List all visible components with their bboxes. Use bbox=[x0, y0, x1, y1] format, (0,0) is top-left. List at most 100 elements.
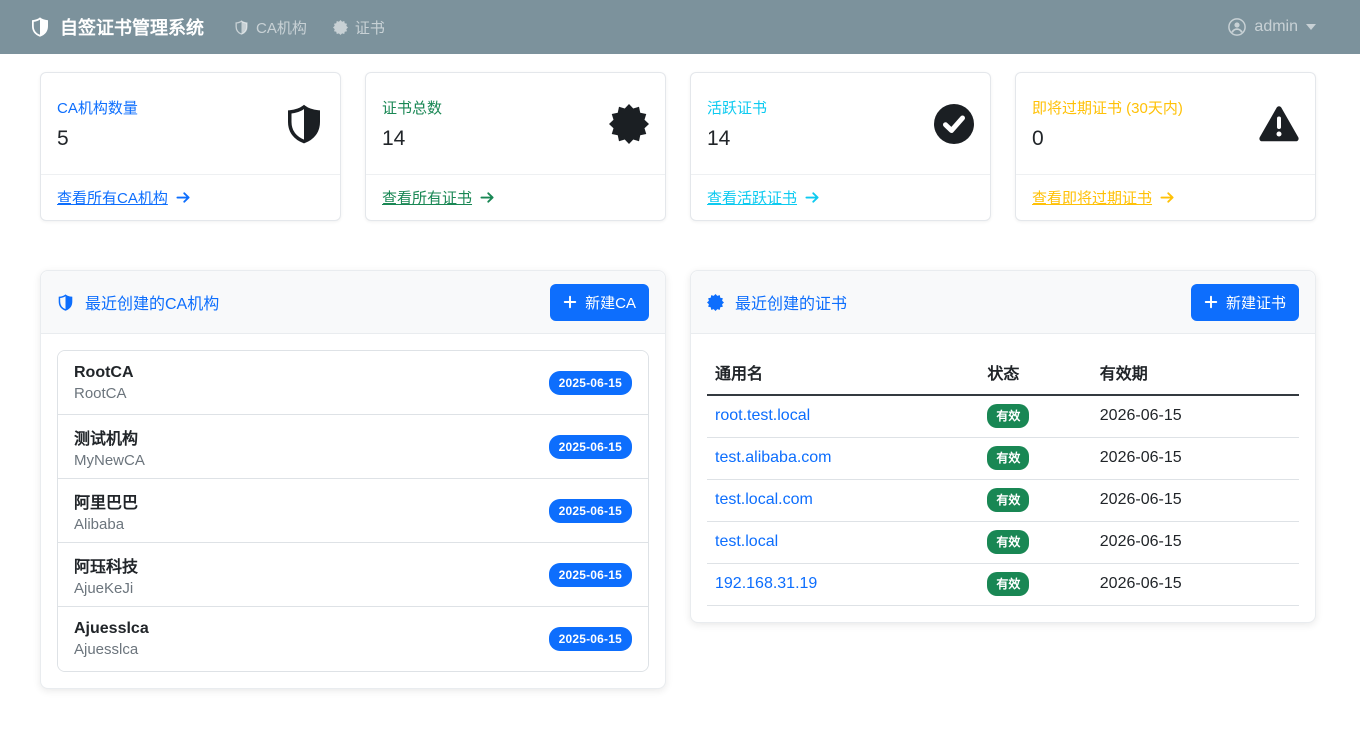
recent-ca-panel-title-label: 最近创建的CA机构 bbox=[85, 290, 219, 314]
ca-list: RootCA RootCA 2025-06-15 测试机构 MyNewCA 20… bbox=[57, 350, 649, 672]
stat-value: 14 bbox=[707, 127, 767, 151]
cert-link[interactable]: 192.168.31.19 bbox=[715, 575, 817, 592]
recent-certs-panel-title-label: 最近创建的证书 bbox=[735, 290, 847, 314]
ca-common-name: Ajuesslca bbox=[74, 641, 149, 658]
stat-value: 5 bbox=[57, 127, 138, 151]
seal-icon bbox=[333, 20, 348, 35]
ca-list-item: Ajuesslca Ajuesslca 2025-06-15 bbox=[58, 607, 648, 671]
ca-list-item: 阿珏科技 AjueKeJi 2025-06-15 bbox=[58, 543, 648, 607]
col-header-common-name: 通用名 bbox=[707, 350, 979, 395]
arrow-right-icon bbox=[480, 190, 495, 205]
recent-certs-panel-header: 最近创建的证书 新建证书 bbox=[691, 271, 1315, 334]
cert-link[interactable]: test.local.com bbox=[715, 491, 813, 508]
stat-card-expiring-certs-footer: 查看即将过期证书 bbox=[1016, 174, 1315, 220]
ca-date-badge: 2025-06-15 bbox=[549, 499, 632, 523]
panels-row: 最近创建的CA机构 新建CA RootCA RootCA 2025-06-15 bbox=[40, 270, 1316, 689]
recent-ca-panel-header: 最近创建的CA机构 新建CA bbox=[41, 271, 665, 334]
stat-value: 14 bbox=[382, 127, 442, 151]
brand-title: 自签证书管理系统 bbox=[60, 14, 204, 40]
nav-item-ca[interactable]: CA机构 bbox=[234, 17, 307, 38]
ca-common-name: MyNewCA bbox=[74, 452, 145, 469]
new-ca-button[interactable]: 新建CA bbox=[550, 284, 649, 321]
nav-item-ca-label: CA机构 bbox=[256, 17, 307, 38]
view-all-ca-link-label: 查看所有CA机构 bbox=[57, 187, 168, 208]
cert-expiry: 2026-06-15 bbox=[1092, 521, 1299, 563]
ca-date-badge: 2025-06-15 bbox=[549, 563, 632, 587]
cert-link[interactable]: root.test.local bbox=[715, 407, 810, 424]
arrow-right-icon bbox=[1160, 190, 1175, 205]
view-all-ca-link[interactable]: 查看所有CA机构 bbox=[57, 187, 191, 208]
recent-certs-panel: 最近创建的证书 新建证书 通用名 状态 有效期 bbox=[690, 270, 1316, 623]
cert-expiry: 2026-06-15 bbox=[1092, 437, 1299, 479]
stat-card-ca-count-body: CA机构数量 5 bbox=[41, 73, 340, 174]
recent-certs-panel-title: 最近创建的证书 bbox=[707, 290, 847, 314]
cert-expiry: 2026-06-15 bbox=[1092, 395, 1299, 437]
shield-icon bbox=[234, 20, 249, 35]
stat-card-active-certs-footer: 查看活跃证书 bbox=[691, 174, 990, 220]
seal-icon bbox=[609, 104, 649, 144]
nav-links: CA机构 证书 bbox=[234, 17, 385, 38]
person-circle-icon bbox=[1228, 18, 1246, 36]
col-header-expiry: 有效期 bbox=[1092, 350, 1299, 395]
stat-value: 0 bbox=[1032, 127, 1183, 151]
recent-certs-panel-body: 通用名 状态 有效期 root.test.local 有效 2026-06-15… bbox=[691, 334, 1315, 622]
nav-item-certs-label: 证书 bbox=[355, 17, 385, 38]
stat-card-active-certs: 活跃证书 14 查看活跃证书 bbox=[690, 72, 991, 221]
plus-icon bbox=[1204, 295, 1218, 309]
stat-card-cert-total-footer: 查看所有证书 bbox=[366, 174, 665, 220]
ca-name: 阿珏科技 bbox=[74, 553, 138, 577]
ca-date-badge: 2025-06-15 bbox=[549, 627, 632, 651]
new-cert-button-label: 新建证书 bbox=[1226, 292, 1286, 313]
cert-expiry: 2026-06-15 bbox=[1092, 563, 1299, 605]
view-active-certs-link[interactable]: 查看活跃证书 bbox=[707, 187, 820, 208]
status-badge: 有效 bbox=[987, 488, 1029, 512]
exclamation-triangle-icon bbox=[1259, 104, 1299, 144]
ca-name: 测试机构 bbox=[74, 425, 145, 449]
cert-expiry: 2026-06-15 bbox=[1092, 479, 1299, 521]
view-all-certs-link-label: 查看所有证书 bbox=[382, 187, 472, 208]
shield-half-icon bbox=[284, 104, 324, 144]
cert-link[interactable]: test.alibaba.com bbox=[715, 449, 832, 466]
navbar: 自签证书管理系统 CA机构 证书 admin bbox=[0, 0, 1360, 54]
brand[interactable]: 自签证书管理系统 bbox=[30, 14, 204, 40]
user-menu[interactable]: admin bbox=[1228, 18, 1316, 36]
ca-list-item: 阿里巴巴 Alibaba 2025-06-15 bbox=[58, 479, 648, 543]
user-name: admin bbox=[1254, 18, 1298, 36]
nav-item-certs[interactable]: 证书 bbox=[333, 17, 385, 38]
table-row: 192.168.31.19 有效 2026-06-15 bbox=[707, 563, 1299, 605]
stat-card-expiring-certs-body: 即将过期证书 (30天内) 0 bbox=[1016, 73, 1315, 174]
stat-title: 活跃证书 bbox=[707, 97, 767, 118]
plus-icon bbox=[563, 295, 577, 309]
col-header-status: 状态 bbox=[979, 350, 1091, 395]
main-content: CA机构数量 5 查看所有CA机构 证书总数 14 bbox=[40, 72, 1316, 689]
arrow-right-icon bbox=[176, 190, 191, 205]
shield-icon bbox=[30, 17, 50, 37]
check-circle-icon bbox=[934, 104, 974, 144]
ca-common-name: RootCA bbox=[74, 385, 134, 402]
table-row: test.alibaba.com 有效 2026-06-15 bbox=[707, 437, 1299, 479]
recent-ca-panel-body: RootCA RootCA 2025-06-15 测试机构 MyNewCA 20… bbox=[41, 334, 665, 688]
ca-date-badge: 2025-06-15 bbox=[549, 435, 632, 459]
seal-icon bbox=[707, 294, 724, 311]
view-expiring-certs-link[interactable]: 查看即将过期证书 bbox=[1032, 187, 1175, 208]
status-badge: 有效 bbox=[987, 572, 1029, 596]
stat-title: 即将过期证书 (30天内) bbox=[1032, 97, 1183, 118]
stats-row: CA机构数量 5 查看所有CA机构 证书总数 14 bbox=[40, 72, 1316, 221]
stat-title: CA机构数量 bbox=[57, 97, 138, 118]
cert-link[interactable]: test.local bbox=[715, 533, 778, 550]
new-cert-button[interactable]: 新建证书 bbox=[1191, 284, 1299, 321]
recent-ca-panel: 最近创建的CA机构 新建CA RootCA RootCA 2025-06-15 bbox=[40, 270, 666, 689]
view-active-certs-link-label: 查看活跃证书 bbox=[707, 187, 797, 208]
ca-name: RootCA bbox=[74, 364, 134, 382]
ca-name: Ajuesslca bbox=[74, 620, 149, 638]
stat-title: 证书总数 bbox=[382, 97, 442, 118]
stat-card-cert-total: 证书总数 14 查看所有证书 bbox=[365, 72, 666, 221]
stat-card-active-certs-body: 活跃证书 14 bbox=[691, 73, 990, 174]
view-all-certs-link[interactable]: 查看所有证书 bbox=[382, 187, 495, 208]
ca-list-item: RootCA RootCA 2025-06-15 bbox=[58, 351, 648, 415]
stat-card-expiring-certs: 即将过期证书 (30天内) 0 查看即将过期证书 bbox=[1015, 72, 1316, 221]
ca-common-name: Alibaba bbox=[74, 516, 138, 533]
status-badge: 有效 bbox=[987, 530, 1029, 554]
ca-list-item: 测试机构 MyNewCA 2025-06-15 bbox=[58, 415, 648, 479]
view-expiring-certs-link-label: 查看即将过期证书 bbox=[1032, 187, 1152, 208]
